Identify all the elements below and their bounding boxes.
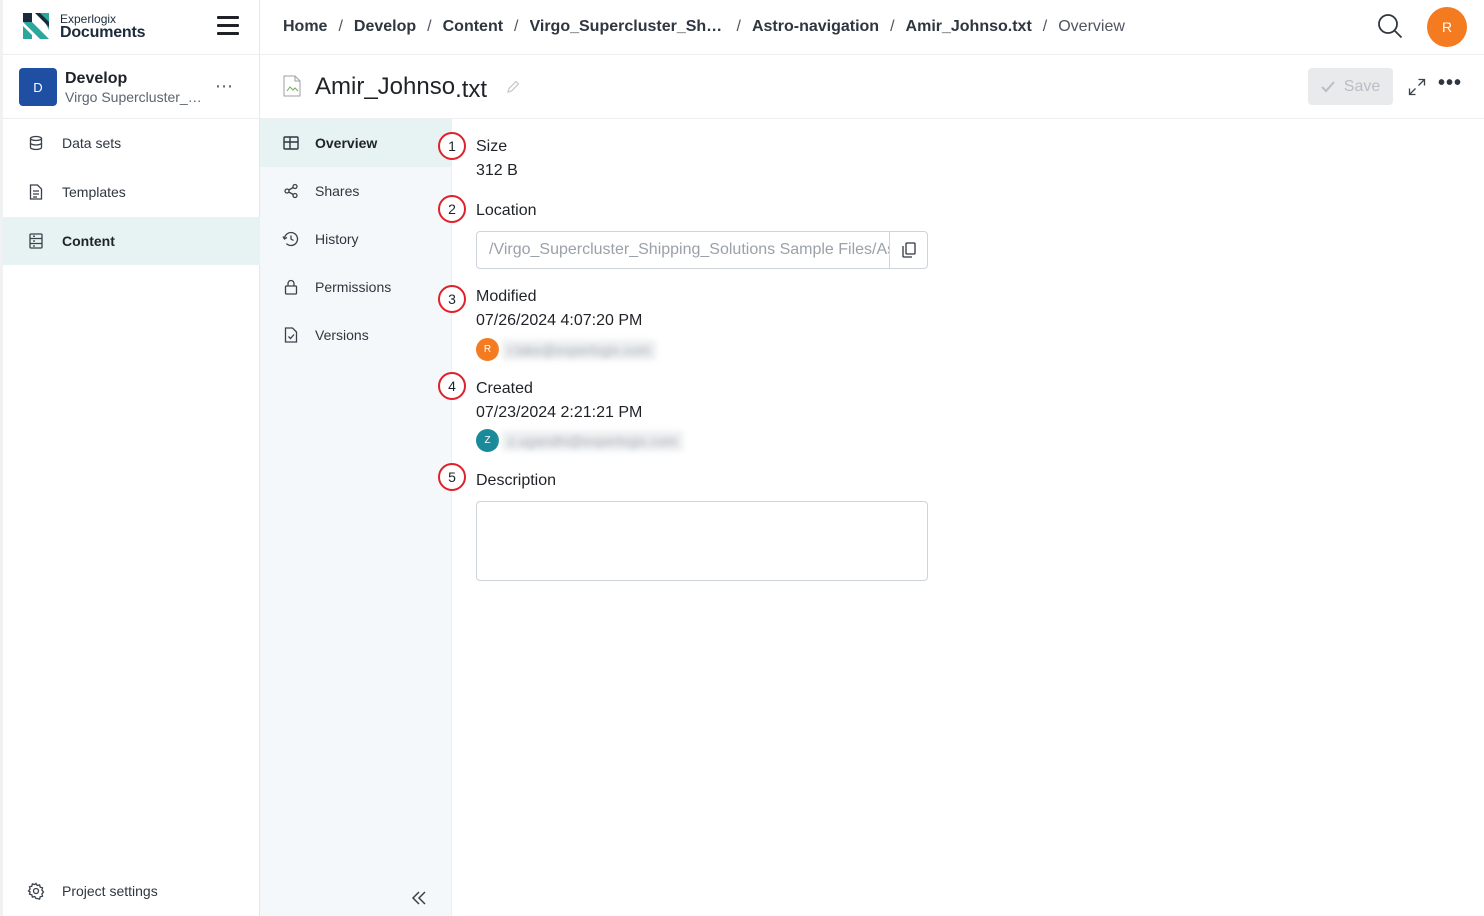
user-email: r.lake@experlogix.com <box>502 339 656 360</box>
breadcrumb-develop[interactable]: Develop <box>354 18 416 36</box>
copy-icon <box>901 242 916 258</box>
breadcrumb-subfolder[interactable]: Astro-navigation <box>752 18 879 36</box>
check-icon <box>1321 80 1335 92</box>
breadcrumb-separator: / <box>1042 18 1048 35</box>
created-label: Created <box>476 380 533 397</box>
database-icon <box>27 134 45 152</box>
project-name: Develop <box>65 70 128 87</box>
tab-overview[interactable]: Overview <box>260 119 451 167</box>
sidebar-item-label: Templates <box>62 184 126 200</box>
annotation-marker: 1 <box>438 132 466 160</box>
created-value: 07/23/2024 2:21:21 PM <box>476 404 643 421</box>
brand: Experlogix Documents <box>3 0 260 55</box>
breadcrumb-separator: / <box>514 18 519 35</box>
annotation-marker: 4 <box>438 372 466 400</box>
template-icon <box>27 183 45 201</box>
save-button[interactable]: Save <box>1308 68 1393 105</box>
double-chevron-left-icon[interactable] <box>410 889 428 907</box>
file-title-bar: Amir_Johnso.txt Save ••• <box>260 56 1484 119</box>
project-more-button[interactable]: ⋯ <box>215 76 234 97</box>
annotation-marker: 5 <box>438 463 466 491</box>
avatar: R <box>476 338 499 361</box>
sidebar-nav: Data sets Templates Content <box>3 119 260 266</box>
experlogix-logo <box>23 13 49 39</box>
sidebar-item-templates[interactable]: Templates <box>3 168 260 216</box>
sidebar-item-data-sets[interactable]: Data sets <box>3 119 260 167</box>
hamburger-icon <box>217 16 239 19</box>
project-settings-label: Project settings <box>62 883 158 899</box>
more-options-button[interactable]: ••• <box>1438 72 1462 95</box>
copy-location-button[interactable] <box>889 231 928 269</box>
breadcrumb-home[interactable]: Home <box>283 18 327 36</box>
annotation-marker: 3 <box>438 285 466 313</box>
breadcrumb-separator: / <box>890 18 895 35</box>
description-label: Description <box>476 472 557 489</box>
avatar: Z <box>476 429 499 452</box>
project-switcher[interactable]: D Develop Virgo Supercluster_Shipping_So… <box>3 56 260 119</box>
pencil-icon[interactable] <box>506 80 520 94</box>
breadcrumb-content[interactable]: Content <box>443 18 503 36</box>
size-value: 312 B <box>476 162 518 179</box>
overview-panel: 1 Size 312 B 2 Location /Virgo_Superclus… <box>438 119 1484 916</box>
broken-image-icon <box>283 75 301 97</box>
breadcrumb-folder[interactable]: Virgo_Supercluster_Shipping_Solutions <box>530 18 726 36</box>
sidebar-item-label: Data sets <box>62 135 122 151</box>
brand-product: Documents <box>60 24 146 41</box>
modified-label: Modified <box>476 288 537 305</box>
top-bar: Home / Develop / Content / Virgo_Supercl… <box>260 0 1484 55</box>
breadcrumb-separator: / <box>338 18 343 35</box>
breadcrumb-separator: / <box>736 18 741 35</box>
breadcrumb-separator: / <box>427 18 432 35</box>
breadcrumb-file[interactable]: Amir_Johnso.txt <box>906 18 1032 36</box>
tab-label: Versions <box>315 327 369 343</box>
share-icon <box>282 182 300 200</box>
file-subnav: Overview Shares History Permissions Vers… <box>260 119 452 916</box>
tab-label: Permissions <box>315 279 392 295</box>
user-avatar[interactable]: R <box>1427 7 1467 47</box>
project-settings-link[interactable]: Project settings <box>27 882 158 900</box>
file-extension: .txt <box>455 76 488 103</box>
grid-icon <box>282 134 300 152</box>
tab-label: Overview <box>315 135 378 151</box>
file-title: Amir_Johnso.txt <box>315 73 488 103</box>
sidebar: Experlogix Documents D Develop Virgo Sup… <box>0 0 260 916</box>
breadcrumb: Home / Develop / Content / Virgo_Supercl… <box>283 18 1125 36</box>
location-field[interactable]: /Virgo_Supercluster_Shipping_Solutions S… <box>476 231 890 269</box>
menu-toggle-button[interactable] <box>217 16 239 36</box>
content-icon <box>27 232 45 250</box>
tab-versions[interactable]: Versions <box>260 311 451 359</box>
expand-icon[interactable] <box>1408 78 1426 96</box>
tab-label: History <box>315 231 359 247</box>
breadcrumb-current: Overview <box>1058 18 1125 35</box>
tab-shares[interactable]: Shares <box>260 167 451 215</box>
annotation-marker: 2 <box>438 195 466 223</box>
location-label: Location <box>476 202 537 219</box>
modified-value: 07/26/2024 4:07:20 PM <box>476 312 643 329</box>
created-by: Z z.ugandhi@experlogix.com <box>476 429 684 452</box>
tab-label: Shares <box>315 183 360 199</box>
user-email: z.ugandhi@experlogix.com <box>502 430 684 451</box>
sidebar-item-label: Content <box>62 233 115 249</box>
tab-history[interactable]: History <box>260 215 451 263</box>
search-icon[interactable] <box>1376 12 1404 40</box>
app: Experlogix Documents D Develop Virgo Sup… <box>0 0 1484 916</box>
description-textarea[interactable] <box>476 501 928 581</box>
project-subtitle: Virgo Supercluster_Shipping_Solutions <box>65 89 205 105</box>
lock-icon <box>282 278 300 296</box>
file-name: Amir_Johnso <box>315 73 456 100</box>
file-check-icon <box>282 326 300 344</box>
tab-permissions[interactable]: Permissions <box>260 263 451 311</box>
save-label: Save <box>1343 77 1381 95</box>
size-label: Size <box>476 138 508 155</box>
gear-icon <box>27 882 45 900</box>
modified-by: R r.lake@experlogix.com <box>476 338 656 361</box>
history-icon <box>282 230 300 248</box>
sidebar-item-content[interactable]: Content <box>3 217 260 265</box>
project-badge: D <box>19 68 57 106</box>
